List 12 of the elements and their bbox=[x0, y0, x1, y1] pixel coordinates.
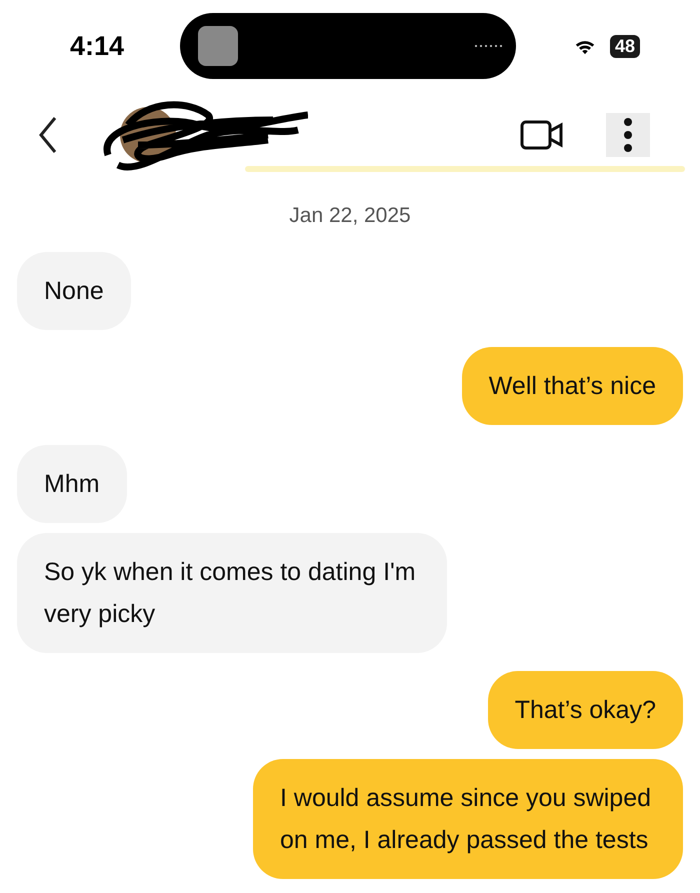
battery-level: 48 bbox=[610, 34, 640, 58]
more-options-icon[interactable] bbox=[606, 113, 650, 157]
status-time: 4:14 bbox=[70, 30, 126, 62]
sent-message: That’s okay? bbox=[488, 671, 683, 749]
back-icon[interactable] bbox=[38, 115, 58, 155]
date-label: Jan 22, 2025 bbox=[288, 204, 412, 228]
video-camera-icon[interactable] bbox=[520, 118, 564, 152]
received-message: None bbox=[17, 252, 131, 330]
received-message: So yk when it comes to dating I'm very picky bbox=[17, 533, 447, 653]
sent-message: Well that’s nice bbox=[462, 347, 683, 425]
received-message: Mhm bbox=[17, 445, 127, 523]
sent-message: I would assume since you swiped on me, I already passed the tests bbox=[253, 759, 683, 879]
